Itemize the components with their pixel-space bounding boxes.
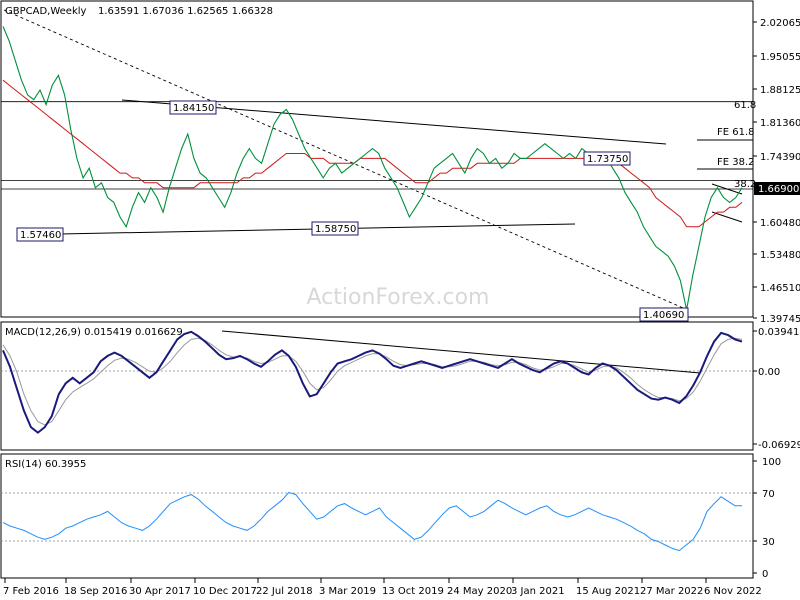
price-ytick-label: 1.74390 [760, 152, 800, 163]
watermark: ActionForex.com [307, 285, 490, 310]
xtick-label: 30 Apr 2017 [129, 586, 191, 597]
rsi-ytick-label: 30 [762, 537, 775, 548]
price-ytick-label: 1.46510 [760, 283, 800, 294]
label-1-57460: 1.57460 [16, 227, 64, 242]
label-1-58750: 1.58750 [311, 221, 359, 236]
ohlc-header: 1.63591 1.67036 1.62565 1.66328 [98, 6, 273, 17]
macd-ytick-label: 0.039419 [758, 327, 800, 338]
xtick-label: 24 May 2020 [447, 586, 512, 597]
rsi-ytick-label: 100 [762, 457, 781, 468]
fe-61-8-label: FE 61.8 [717, 127, 755, 138]
rsi-ytick-label: 70 [762, 489, 775, 500]
svg-text:1.40690: 1.40690 [643, 310, 684, 321]
svg-text:1.84150: 1.84150 [173, 103, 214, 114]
xtick-label: 6 Nov 2022 [704, 586, 762, 597]
label-1-84150: 1.84150 [169, 100, 217, 115]
label-1-40690: 1.40690 [639, 307, 689, 322]
xtick-label: 7 Feb 2016 [3, 586, 59, 597]
xtick-label: 13 Oct 2019 [382, 586, 444, 597]
svg-text:1.57460: 1.57460 [20, 230, 61, 241]
price-ytick-label: 1.95055 [760, 52, 800, 63]
price-ytick-label: 1.60480 [760, 218, 800, 229]
price-ytick-label: 1.81360 [760, 118, 800, 129]
label-1-73750: 1.73750 [583, 151, 631, 166]
macd-ytick-label: -0.069295 [758, 440, 800, 451]
price-ytick-label: 1.88125 [760, 85, 800, 96]
svg-text:1.58750: 1.58750 [315, 224, 356, 235]
xtick-label: 10 Dec 2017 [193, 586, 257, 597]
current-price-tag: 1.66900 [754, 182, 800, 195]
xtick-label: 27 Mar 2022 [640, 586, 703, 597]
price-ytick-label: 2.02065 [760, 18, 800, 29]
macd-ytick-label: 0.00 [758, 367, 780, 378]
macd-header: MACD(12,26,9) 0.015419 0.016629 [5, 327, 183, 338]
price-ytick-label: 1.39745 [760, 314, 800, 325]
fib-61-8-label: 61.8 [734, 100, 756, 111]
gbpcad-weekly-chart: ActionForex.com GBPCAD,Weekly 1.63591 1.… [0, 0, 800, 597]
xtick-label: 15 Aug 2021 [576, 586, 640, 597]
svg-text:1.73750: 1.73750 [587, 154, 628, 165]
xtick-label: 22 Jul 2018 [256, 586, 313, 597]
xtick-label: 18 Sep 2016 [64, 586, 127, 597]
fe-38-2-label: FE 38.2 [717, 157, 755, 168]
rsi-header: RSI(14) 60.3955 [5, 459, 86, 470]
rsi-ytick-label: 0 [762, 569, 768, 580]
fib-38-2-label: 38.2 [734, 179, 756, 190]
xtick-label: 3 Jan 2021 [511, 586, 565, 597]
price-panel-frame [0, 0, 754, 318]
xtick-label: 3 Mar 2019 [319, 586, 376, 597]
price-ytick-label: 1.53480 [760, 250, 800, 261]
symbol-header: GBPCAD,Weekly [5, 6, 87, 17]
svg-text:1.66900: 1.66900 [758, 184, 799, 195]
